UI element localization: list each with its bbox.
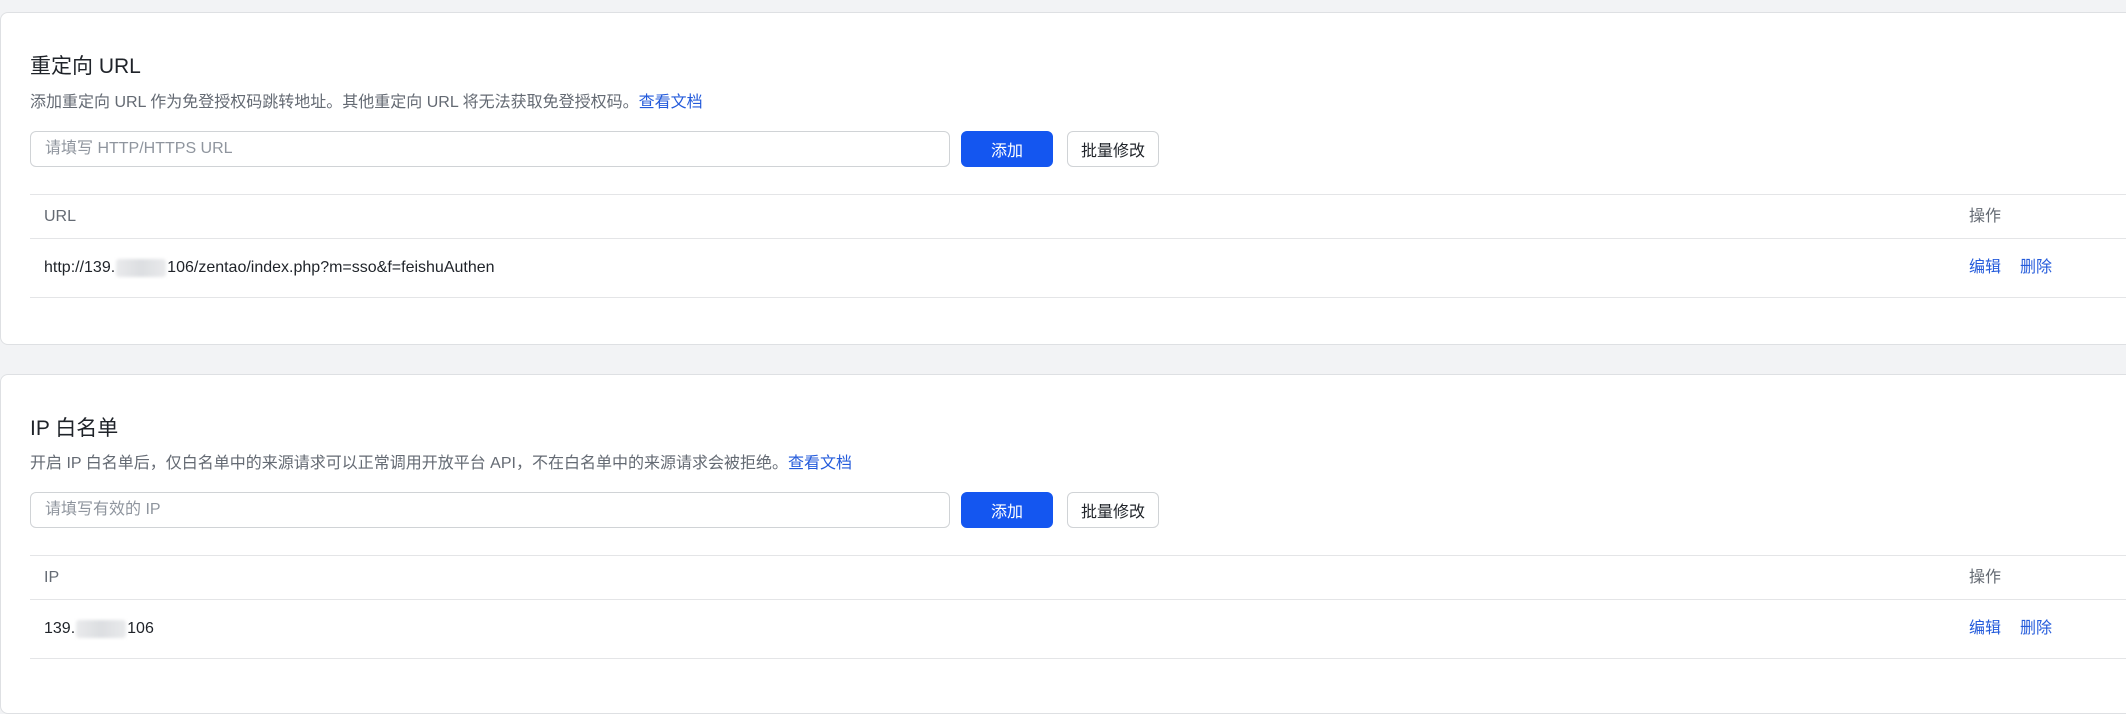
column-header-actions: 操作 [1969, 569, 2002, 586]
column-header-actions: 操作 [1969, 208, 2002, 225]
delete-link[interactable]: 删除 [2020, 239, 2052, 297]
ip-whitelist-description: 开启 IP 白名单后，仅白名单中的来源请求可以正常调用开放平台 API，不在白名… [30, 454, 852, 474]
redirect-url-value-prefix: http://139. [44, 259, 116, 276]
ip-whitelist-card: IP 白名单 开启 IP 白名单后，仅白名单中的来源请求可以正常调用开放平台 A… [0, 374, 2126, 714]
column-header-url: URL [44, 208, 77, 225]
redirect-url-doc-link[interactable]: 查看文档 [639, 94, 703, 111]
ip-add-button[interactable]: 添加 [961, 492, 1053, 528]
table-row: http://139. 106/zentao/index.php?m=sso&f… [30, 239, 2126, 298]
table-header: URL 操作 [30, 194, 2126, 239]
ip-bulk-edit-button[interactable]: 批量修改 [1067, 492, 1159, 528]
masked-redaction [116, 259, 167, 277]
ip-whitelist-description-text: 开启 IP 白名单后，仅白名单中的来源请求可以正常调用开放平台 API，不在白名… [30, 455, 788, 472]
redirect-url-value: http://139. 106/zentao/index.php?m=sso&f… [44, 239, 495, 297]
redirect-url-input[interactable] [30, 131, 950, 167]
ip-value: 139. 106 [44, 600, 154, 658]
redirect-url-value-suffix: 106/zentao/index.php?m=sso&f=feishuAuthe… [167, 259, 495, 276]
ip-input[interactable] [30, 492, 950, 528]
table-row: 139. 106 编辑 删除 [30, 600, 2126, 659]
redirect-url-description: 添加重定向 URL 作为免登授权码跳转地址。其他重定向 URL 将无法获取免登授… [30, 93, 703, 113]
table-header: IP 操作 [30, 555, 2126, 600]
ip-value-suffix: 106 [127, 620, 154, 637]
delete-link[interactable]: 删除 [2020, 600, 2052, 658]
redirect-url-description-text: 添加重定向 URL 作为免登授权码跳转地址。其他重定向 URL 将无法获取免登授… [30, 94, 639, 111]
redirect-url-bulk-edit-button[interactable]: 批量修改 [1067, 131, 1159, 167]
edit-link[interactable]: 编辑 [1969, 239, 2001, 297]
ip-value-prefix: 139. [44, 620, 76, 637]
ip-whitelist-title: IP 白名单 [30, 417, 119, 440]
masked-redaction [76, 620, 127, 638]
edit-link[interactable]: 编辑 [1969, 600, 2001, 658]
redirect-url-card: 重定向 URL 添加重定向 URL 作为免登授权码跳转地址。其他重定向 URL … [0, 12, 2126, 345]
redirect-url-add-button[interactable]: 添加 [961, 131, 1053, 167]
ip-whitelist-doc-link[interactable]: 查看文档 [788, 455, 852, 472]
redirect-url-title: 重定向 URL [30, 55, 141, 78]
column-header-ip: IP [44, 569, 60, 586]
